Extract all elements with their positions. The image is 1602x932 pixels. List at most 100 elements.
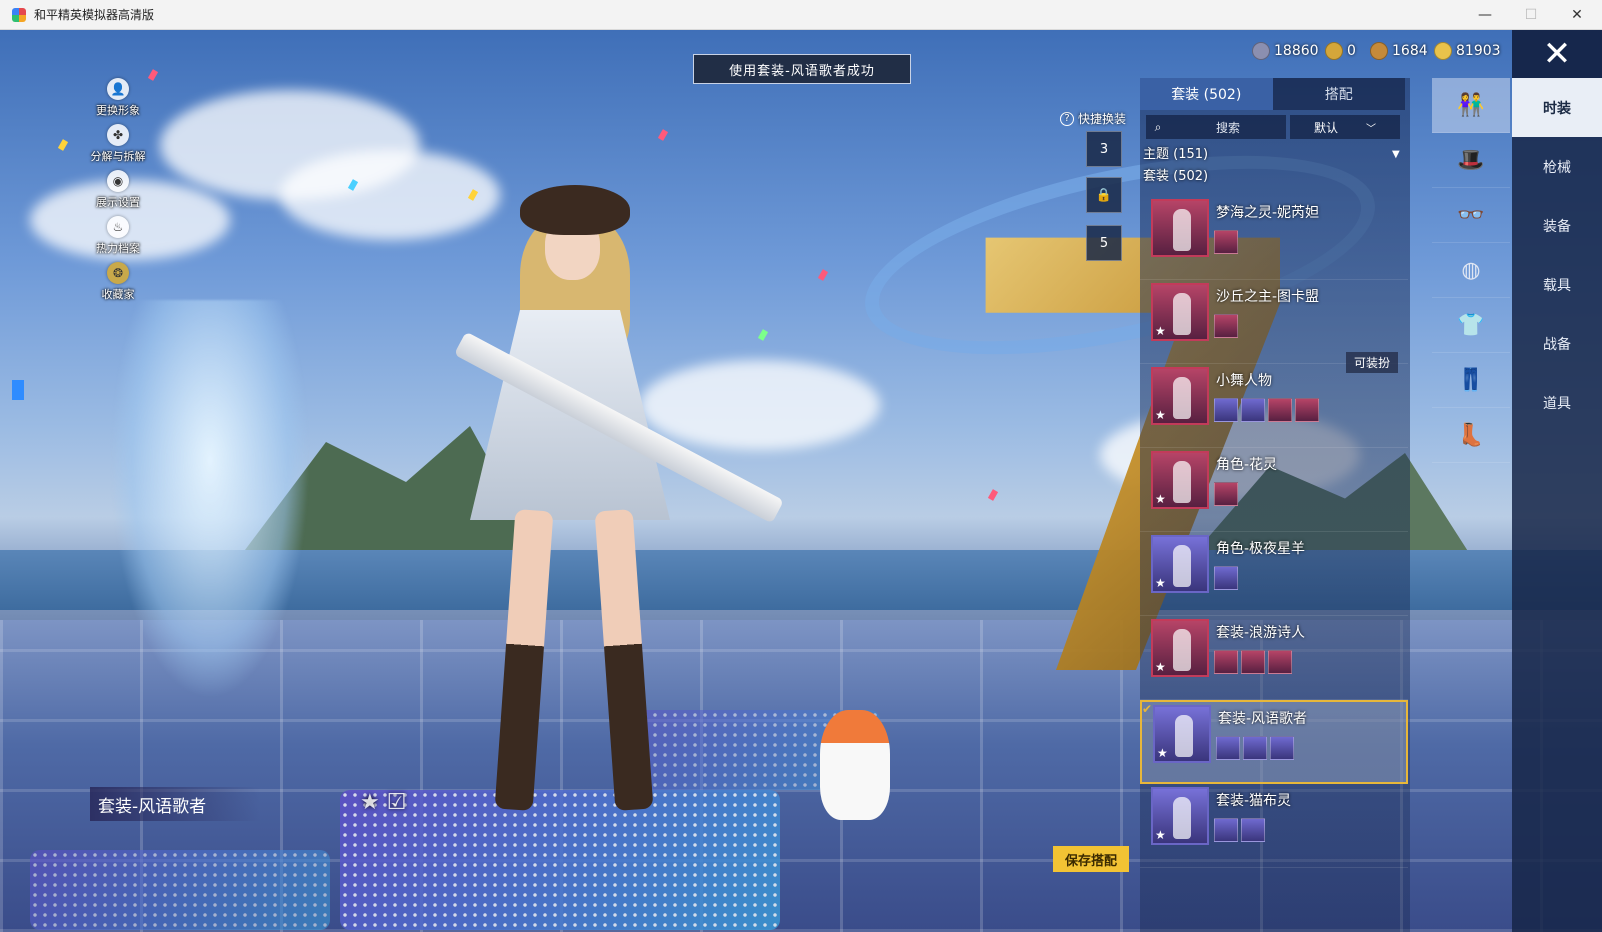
- maximize-button[interactable]: ☐: [1508, 0, 1554, 30]
- outfit-part[interactable]: [1214, 230, 1238, 254]
- player-character[interactable]: [470, 180, 670, 820]
- heat-archive-button[interactable]: ♨ 热力档案: [78, 216, 158, 262]
- category-battle-gear[interactable]: 战备: [1512, 314, 1602, 373]
- top-icon[interactable]: 👕: [1432, 298, 1510, 353]
- outfit-part[interactable]: [1241, 818, 1265, 842]
- pants-icon[interactable]: 👖: [1432, 353, 1510, 408]
- list-item[interactable]: 梦海之灵-妮芮妲: [1140, 196, 1408, 280]
- outfit-part[interactable]: [1243, 736, 1267, 760]
- left-menu: 👤 更换形象 ✤ 分解与拆解 ◉ 展示设置 ♨ 热力档案 ❂ 收藏家: [78, 78, 158, 308]
- outfit-part[interactable]: [1214, 818, 1238, 842]
- chevron-down-icon: ﹀: [1366, 123, 1376, 135]
- change-avatar-label: 更换形象: [96, 104, 140, 117]
- current-suit-name: 套装-风语歌者: [90, 787, 260, 821]
- collector-label: 收藏家: [101, 288, 135, 301]
- category-fashion[interactable]: 时装: [1512, 78, 1602, 137]
- favorite-share-icon[interactable]: ★ ☑: [360, 790, 406, 815]
- outfit-name: 角色-极夜星羊: [1216, 541, 1306, 557]
- shoes-icon[interactable]: 👢: [1432, 408, 1510, 463]
- category-guns[interactable]: 枪械: [1512, 137, 1602, 196]
- hat-icon[interactable]: 🎩: [1432, 133, 1510, 188]
- lock-icon: 🔒: [1095, 187, 1113, 203]
- outfit-name: 套装-浪游诗人: [1216, 625, 1306, 641]
- glasses-icon[interactable]: 👓: [1432, 188, 1510, 243]
- outfit-tabs: 套装 (502) 搭配: [1140, 78, 1405, 110]
- change-avatar-button[interactable]: 👤 更换形象: [78, 78, 158, 124]
- outfit-part[interactable]: [1214, 482, 1238, 506]
- currency-bronze: 1684: [1370, 42, 1428, 60]
- list-item[interactable]: 可装扮 ★ 小舞人物: [1140, 352, 1408, 448]
- category-equipment[interactable]: 装备: [1512, 196, 1602, 255]
- outfit-part[interactable]: [1241, 398, 1265, 422]
- collector-badge-icon: ❂: [107, 262, 129, 284]
- currency-gold: 81903: [1434, 42, 1501, 60]
- currency-gems: 18860: [1252, 42, 1319, 60]
- list-item[interactable]: ★ 套装-浪游诗人: [1140, 616, 1408, 700]
- list-item[interactable]: ★ 角色-极夜星羊: [1140, 532, 1408, 616]
- flame-icon: ♨: [107, 216, 129, 238]
- close-icon[interactable]: ✕: [1512, 30, 1602, 78]
- outfit-part[interactable]: [1214, 314, 1238, 338]
- outfit-name: 套装-风语歌者: [1218, 711, 1308, 727]
- list-item-selected[interactable]: ✔ ★ 套装-风语歌者: [1140, 700, 1408, 784]
- outfit-name: 梦海之灵-妮芮妲: [1216, 205, 1320, 221]
- suit-filter[interactable]: 套装 (502): [1143, 165, 1208, 184]
- outfit-thumbnail: [1151, 199, 1209, 257]
- currency-gold-value: 81903: [1456, 43, 1501, 59]
- outfit-icon[interactable]: 👫: [1432, 78, 1510, 133]
- outfit-part[interactable]: [1268, 398, 1292, 422]
- quick-slot-2[interactable]: 🔒: [1086, 177, 1122, 213]
- mask-icon[interactable]: ◍: [1432, 243, 1510, 298]
- currency-a: 0: [1325, 42, 1356, 60]
- decompose-button[interactable]: ✤ 分解与拆解: [78, 124, 158, 170]
- caret-down-icon[interactable]: ▼: [1392, 149, 1400, 160]
- outfit-part[interactable]: [1241, 650, 1265, 674]
- outfit-part[interactable]: [1270, 736, 1294, 760]
- currency-bronze-value: 1684: [1392, 43, 1428, 59]
- a-coin-icon: [1325, 42, 1343, 60]
- currency-gems-value: 18860: [1274, 43, 1319, 59]
- outfit-name: 沙丘之主-图卡盟: [1216, 289, 1320, 305]
- outfit-thumbnail: ★: [1151, 367, 1209, 425]
- outfit-part[interactable]: [1268, 650, 1292, 674]
- search-input[interactable]: ⌕ 搜索: [1146, 115, 1286, 139]
- pet-companion[interactable]: [820, 710, 890, 820]
- outfit-thumbnail: ★: [1151, 535, 1209, 593]
- person-icon: 👤: [107, 78, 129, 100]
- ice-horse-mount: [110, 300, 310, 700]
- outfit-part[interactable]: [1214, 398, 1238, 422]
- list-item[interactable]: ★ 套装-猫布灵: [1140, 784, 1408, 868]
- tab-mix[interactable]: 搭配: [1272, 78, 1405, 110]
- collector-button[interactable]: ❂ 收藏家: [78, 262, 158, 308]
- outfit-list: 梦海之灵-妮芮妲 ★ 沙丘之主-图卡盟 可装扮 ★ 小舞人物 ★ 角色-花灵 ★…: [1140, 196, 1408, 868]
- currency-a-value: 0: [1347, 43, 1356, 59]
- check-icon: ✔: [1142, 702, 1153, 716]
- outfit-part[interactable]: [1295, 398, 1319, 422]
- category-items[interactable]: 道具: [1512, 373, 1602, 432]
- subcategory-icon-column: 👫 🎩 👓 ◍ 👕 👖 👢: [1432, 78, 1510, 478]
- category-vehicles[interactable]: 载具: [1512, 255, 1602, 314]
- outfit-part[interactable]: [1214, 650, 1238, 674]
- window-close-button[interactable]: ✕: [1554, 0, 1600, 30]
- outfit-thumbnail: ★: [1151, 283, 1209, 341]
- eye-icon: ◉: [107, 170, 129, 192]
- wearable-badge: 可装扮: [1345, 352, 1398, 373]
- outfit-thumbnail: ★: [1151, 451, 1209, 509]
- outfit-part[interactable]: [1214, 566, 1238, 590]
- app-icon: [12, 7, 26, 22]
- category-column: 时装 枪械 装备 载具 战备 道具: [1512, 78, 1602, 932]
- outfit-part[interactable]: [1216, 736, 1240, 760]
- gold-coin-icon: [1434, 42, 1452, 60]
- tab-suits[interactable]: 套装 (502): [1140, 78, 1273, 110]
- puzzle-icon: ✤: [107, 124, 129, 146]
- sort-dropdown[interactable]: 默认 ﹀: [1290, 115, 1400, 139]
- quick-slot-3[interactable]: 5: [1086, 225, 1122, 261]
- theme-filter[interactable]: 主题 (151): [1143, 143, 1208, 162]
- quick-slot-1[interactable]: 3: [1086, 131, 1122, 167]
- list-item[interactable]: ★ 角色-花灵: [1140, 448, 1408, 532]
- quick-change[interactable]: ? 快捷换装: [1060, 110, 1126, 127]
- window-title: 和平精英模拟器高清版: [34, 8, 155, 22]
- minimize-button[interactable]: —: [1462, 0, 1508, 30]
- save-outfit-button[interactable]: 保存搭配: [1053, 846, 1129, 872]
- display-settings-button[interactable]: ◉ 展示设置: [78, 170, 158, 216]
